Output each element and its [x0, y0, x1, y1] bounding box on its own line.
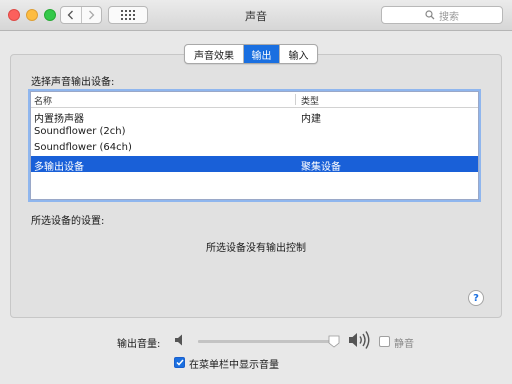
show-volume-in-menubar-label: 在菜单栏中显示音量	[189, 360, 279, 371]
tab-bar: 声音效果 输出 输入	[184, 44, 318, 64]
device-type: 内建	[301, 114, 321, 125]
column-divider	[295, 94, 296, 105]
volume-slider-fill	[198, 340, 334, 343]
output-volume-label: 输出音量:	[117, 339, 161, 350]
help-button[interactable]: ?	[468, 290, 484, 306]
tab-input[interactable]: 输入	[279, 45, 317, 63]
tab-output[interactable]: 输出	[243, 45, 279, 63]
mute-checkbox[interactable]	[379, 336, 390, 347]
title-bar: 声音 搜索	[0, 0, 512, 31]
tab-sound-effects[interactable]: 声音效果	[185, 45, 243, 63]
search-input[interactable]: 搜索	[381, 6, 503, 24]
table-row[interactable]: 内置扬声器 内建	[31, 108, 478, 125]
volume-slider[interactable]	[198, 340, 338, 343]
table-row[interactable]: Soundflower (2ch)	[31, 124, 478, 140]
speaker-low-icon	[175, 334, 182, 346]
device-name: 多输出设备	[34, 162, 84, 173]
no-controls-message: 所选设备没有输出控制	[206, 243, 306, 254]
volume-slider-knob[interactable]	[328, 335, 340, 348]
device-name: Soundflower (64ch)	[34, 142, 132, 153]
column-name-header[interactable]: 名称	[34, 94, 52, 107]
table-row[interactable]: Soundflower (64ch)	[31, 140, 478, 156]
device-type: 聚集设备	[301, 162, 341, 173]
output-device-table[interactable]: 名称 类型 内置扬声器 内建 Soundflower (2ch) Soundfl…	[30, 91, 479, 200]
mute-label: 静音	[394, 339, 414, 350]
settings-heading: 所选设备的设置:	[31, 216, 105, 227]
checkmark-icon	[175, 359, 184, 366]
speaker-high-icon	[349, 331, 370, 349]
column-type-header[interactable]: 类型	[301, 94, 319, 107]
search-placeholder: 搜索	[439, 11, 459, 23]
device-heading: 选择声音输出设备:	[31, 77, 115, 88]
table-header: 名称 类型	[31, 92, 478, 108]
device-name: 内置扬声器	[34, 114, 84, 125]
search-icon	[425, 10, 435, 20]
table-row-selected[interactable]: 多输出设备 聚集设备	[31, 156, 478, 173]
device-name: Soundflower (2ch)	[34, 126, 126, 137]
show-volume-in-menubar-checkbox[interactable]	[174, 357, 185, 368]
